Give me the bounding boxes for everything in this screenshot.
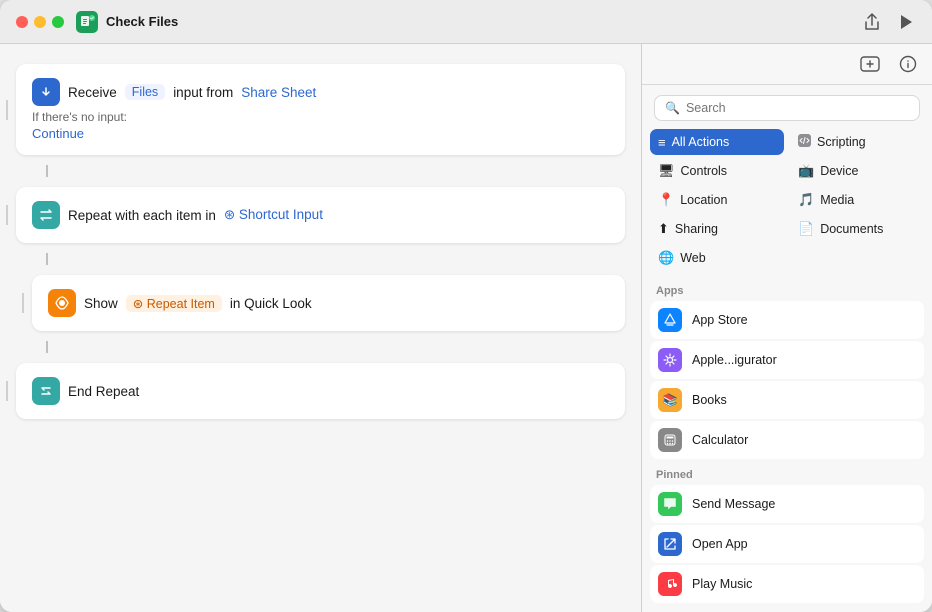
- tab-web[interactable]: 🌐 Web: [650, 245, 784, 271]
- end-repeat-icon: [32, 377, 60, 405]
- workflow-panel: Receive Files input from Share Sheet If …: [0, 44, 642, 612]
- scripting-icon: [798, 134, 811, 150]
- configurator-label: Apple...igurator: [692, 353, 777, 367]
- add-shortcut-button[interactable]: [858, 52, 882, 76]
- sendmessage-label: Send Message: [692, 497, 775, 511]
- calculator-label: Calculator: [692, 433, 748, 447]
- show-card-icon: [48, 289, 76, 317]
- show-quicklook-label: in Quick Look: [230, 296, 312, 311]
- info-button[interactable]: [896, 52, 920, 76]
- actions-panel: 🔍 ≡ All Actions Scripting: [642, 44, 932, 612]
- end-repeat-card[interactable]: End Repeat: [16, 363, 625, 419]
- connector-2: [46, 253, 48, 265]
- action-appstore[interactable]: App Store: [650, 301, 924, 339]
- repeat-card-icon: [32, 201, 60, 229]
- window-title: Check Files: [106, 14, 862, 29]
- receive-input-from: input from: [173, 85, 233, 100]
- tab-documents[interactable]: 📄 Documents: [790, 216, 924, 242]
- show-item-tag[interactable]: ⊛ Repeat Item: [126, 295, 222, 312]
- tab-media[interactable]: 🎵 Media: [790, 187, 924, 213]
- app-icon: [76, 11, 98, 33]
- tab-location[interactable]: 📍 Location: [650, 187, 784, 213]
- action-books[interactable]: 📚 Books: [650, 381, 924, 419]
- books-label: Books: [692, 393, 727, 407]
- search-input[interactable]: [686, 101, 909, 115]
- receive-label: Receive: [68, 85, 117, 100]
- books-icon: 📚: [658, 388, 682, 412]
- tab-scripting-label: Scripting: [817, 135, 866, 149]
- traffic-lights: [16, 16, 64, 28]
- action-playmusic[interactable]: Play Music: [650, 565, 924, 603]
- openapp-icon: [658, 532, 682, 556]
- sendmessage-icon: [658, 492, 682, 516]
- apps-section-header: Apps: [656, 285, 918, 297]
- location-icon: 📍: [658, 192, 674, 208]
- maximize-button[interactable]: [52, 16, 64, 28]
- tab-device[interactable]: 📺 Device: [790, 158, 924, 184]
- connector-3: [46, 341, 48, 353]
- playmusic-icon: [658, 572, 682, 596]
- receive-files-tag[interactable]: Files: [125, 84, 165, 100]
- minimize-button[interactable]: [34, 16, 46, 28]
- titlebar: Check Files: [0, 0, 932, 44]
- tab-device-label: Device: [820, 164, 858, 178]
- openapp-label: Open App: [692, 537, 748, 551]
- category-tabs: ≡ All Actions Scripting 🖥 Controls: [642, 129, 932, 275]
- share-button[interactable]: [862, 12, 882, 32]
- action-openapp[interactable]: Open App: [650, 525, 924, 563]
- appstore-label: App Store: [692, 313, 748, 327]
- tab-location-label: Location: [680, 193, 727, 207]
- action-configurator[interactable]: Apple...igurator: [650, 341, 924, 379]
- playmusic-label: Play Music: [692, 577, 752, 591]
- main-content: Receive Files input from Share Sheet If …: [0, 44, 932, 612]
- all-actions-icon: ≡: [658, 135, 666, 150]
- show-card[interactable]: Show ⊛ Repeat Item in Quick Look: [32, 275, 625, 331]
- app-window: Check Files: [0, 0, 932, 612]
- tab-controls-label: Controls: [681, 164, 728, 178]
- media-icon: 🎵: [798, 192, 814, 208]
- tab-media-label: Media: [820, 193, 854, 207]
- pinned-section-header: Pinned: [656, 469, 918, 481]
- tab-all-actions-label: All Actions: [672, 135, 730, 149]
- titlebar-action-buttons: [862, 12, 916, 32]
- action-calculator[interactable]: Calculator: [650, 421, 924, 459]
- web-icon: 🌐: [658, 250, 674, 266]
- device-icon: 📺: [798, 163, 814, 179]
- end-repeat-label: End Repeat: [68, 384, 139, 399]
- tab-all-actions[interactable]: ≡ All Actions: [650, 129, 784, 155]
- tab-documents-label: Documents: [820, 222, 883, 236]
- documents-icon: 📄: [798, 221, 814, 237]
- search-icon: 🔍: [665, 101, 680, 115]
- receive-continue-link[interactable]: Continue: [32, 126, 609, 141]
- controls-icon: 🖥: [658, 163, 675, 179]
- sharing-icon: ⬆: [658, 221, 669, 237]
- tab-scripting[interactable]: Scripting: [790, 129, 924, 155]
- receive-card-icon: [32, 78, 60, 106]
- actions-list: Apps App Store: [642, 275, 932, 612]
- tab-sharing[interactable]: ⬆ Sharing: [650, 216, 784, 242]
- connector-1: [46, 165, 48, 177]
- calculator-icon: [658, 428, 682, 452]
- repeat-card[interactable]: Repeat with each item in ⊛ Shortcut Inpu…: [16, 187, 625, 243]
- appstore-icon: [658, 308, 682, 332]
- repeat-input-tag[interactable]: ⊛ Shortcut Input: [224, 207, 323, 223]
- receive-source-tag[interactable]: Share Sheet: [241, 85, 316, 100]
- tab-controls[interactable]: 🖥 Controls: [650, 158, 784, 184]
- receive-card[interactable]: Receive Files input from Share Sheet If …: [16, 64, 625, 155]
- configurator-icon: [658, 348, 682, 372]
- tab-sharing-label: Sharing: [675, 222, 718, 236]
- close-button[interactable]: [16, 16, 28, 28]
- tab-web-label: Web: [680, 251, 705, 265]
- receive-sub-label: If there's no input:: [32, 110, 609, 124]
- action-sendmessage[interactable]: Send Message: [650, 485, 924, 523]
- run-button[interactable]: [896, 12, 916, 32]
- show-label: Show: [84, 296, 118, 311]
- panel-top-buttons: [642, 44, 932, 85]
- search-bar[interactable]: 🔍: [654, 95, 920, 121]
- repeat-label: Repeat with each item in: [68, 208, 216, 223]
